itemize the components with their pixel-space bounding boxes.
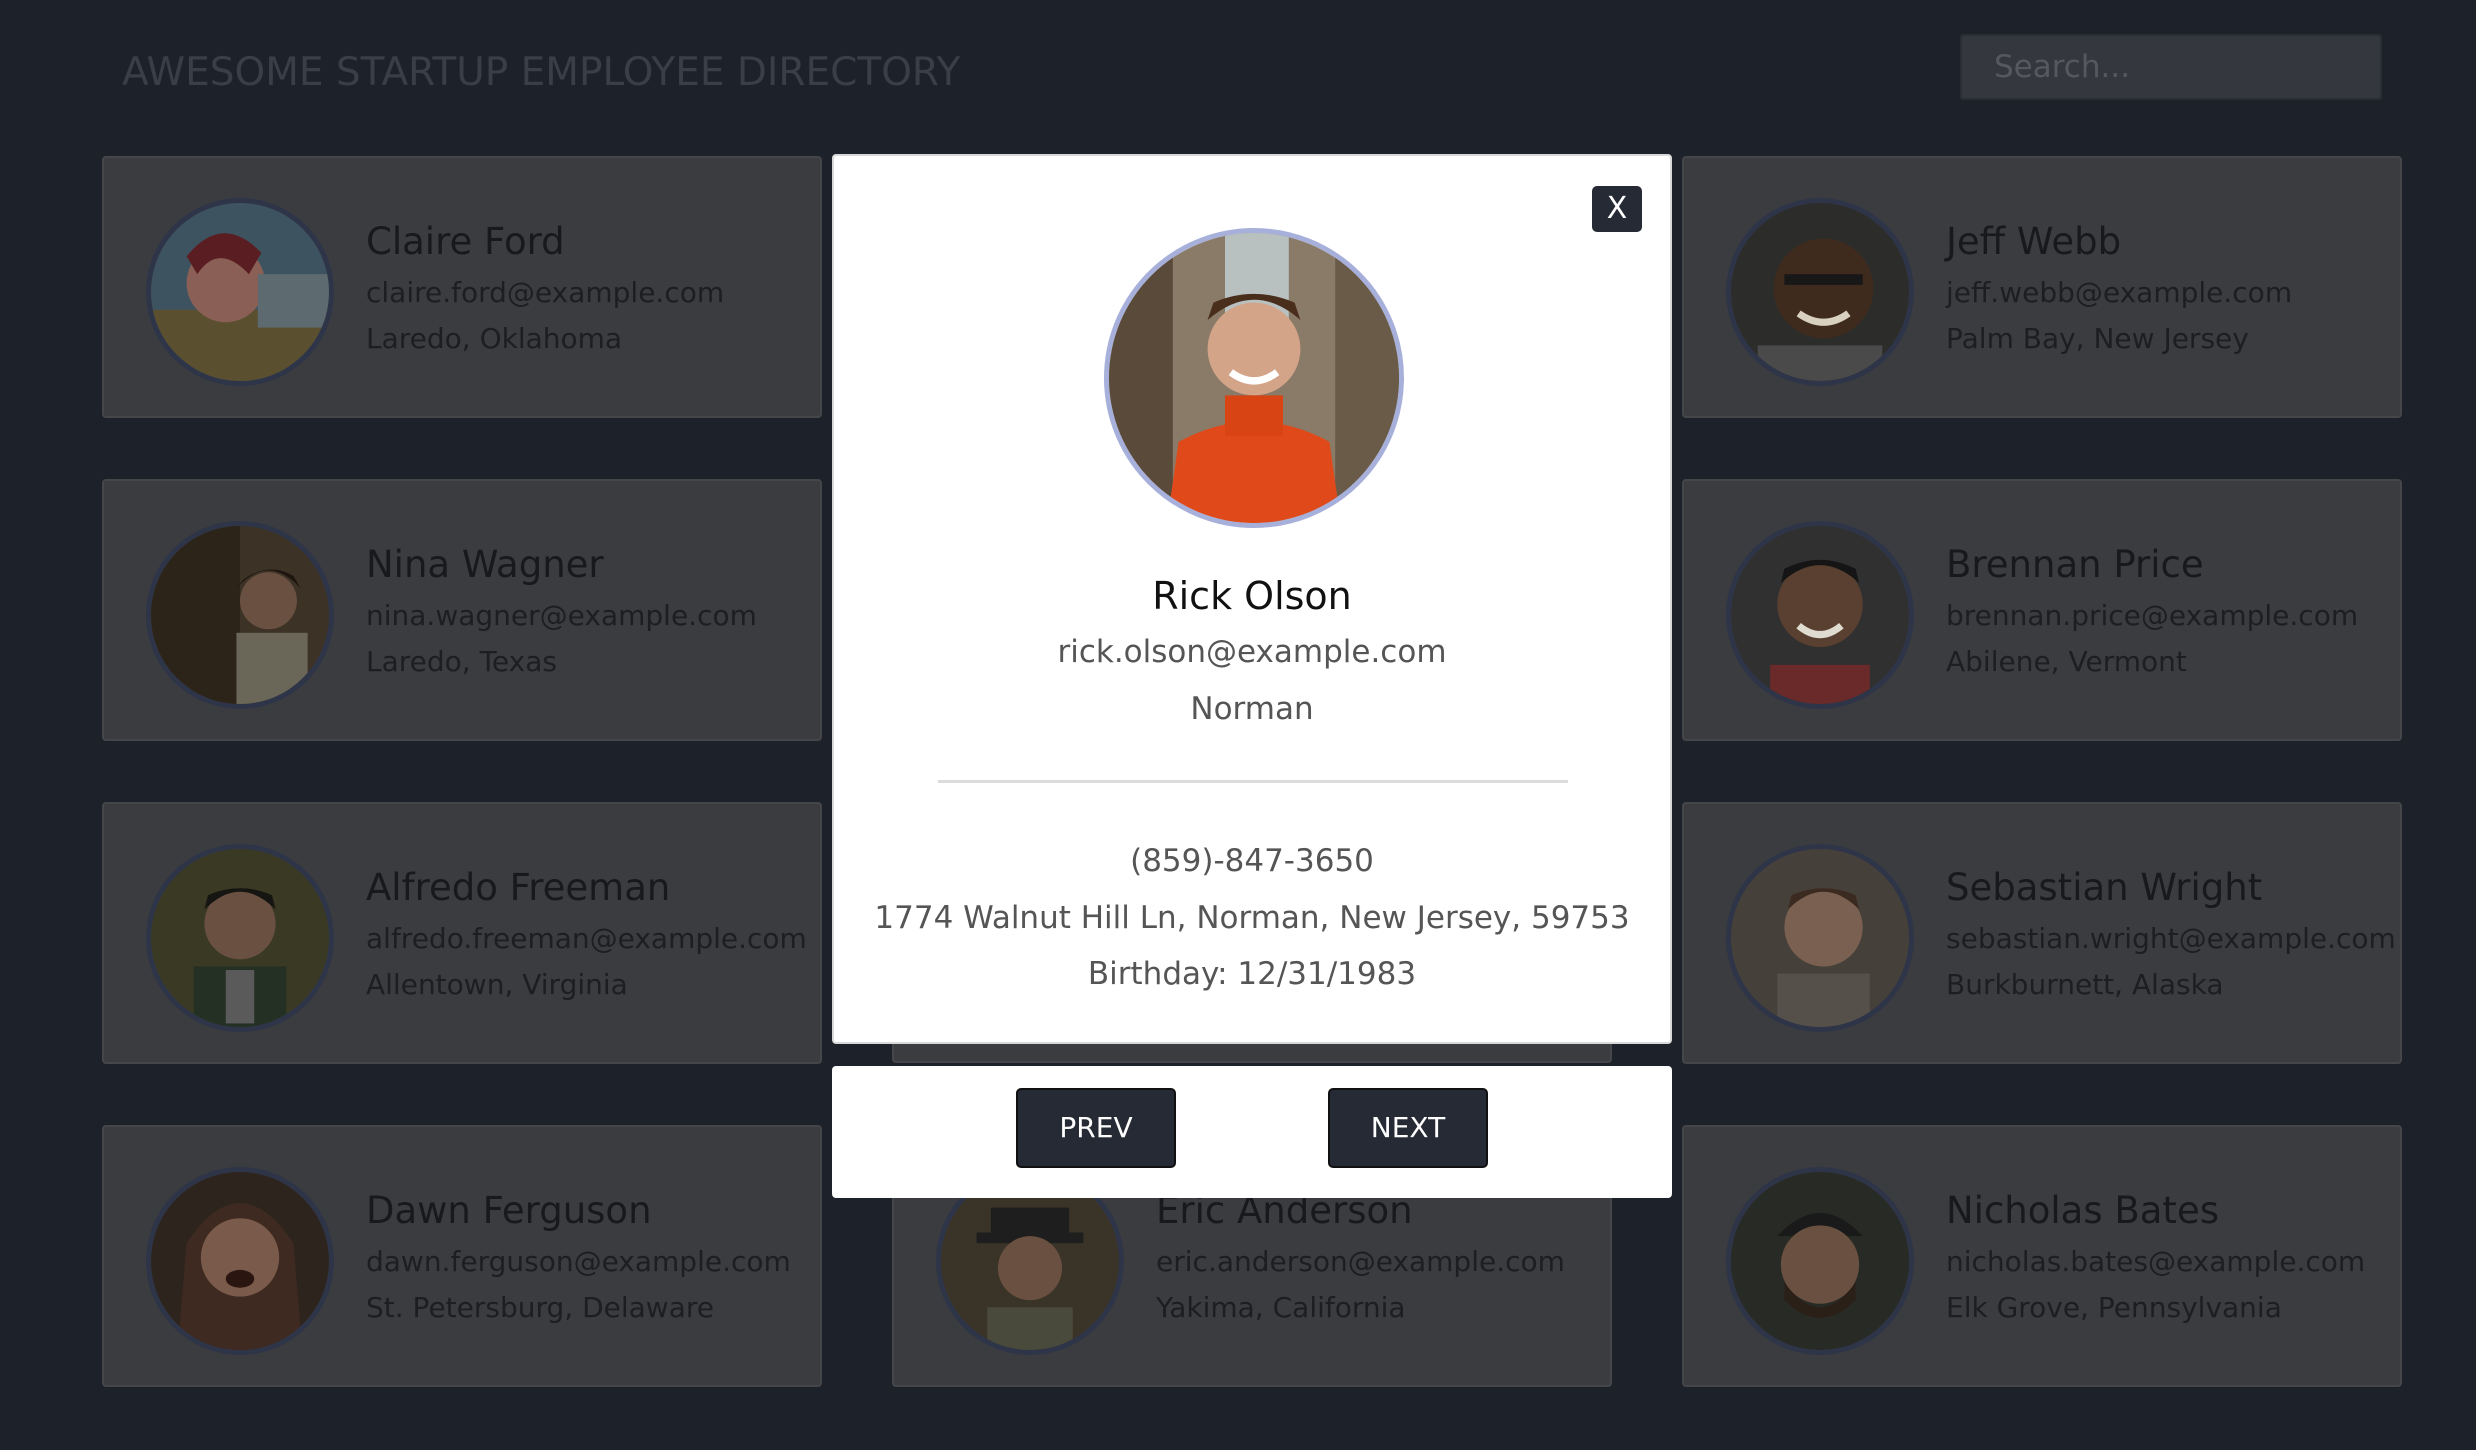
modal-employee-city: Norman <box>1190 691 1314 727</box>
employee-email: nina.wagner@example.com <box>366 599 757 632</box>
avatar <box>1726 521 1914 709</box>
employee-email: eric.anderson@example.com <box>1156 1245 1565 1278</box>
avatar <box>146 844 334 1032</box>
employee-email: claire.ford@example.com <box>366 276 725 309</box>
employee-email: brennan.price@example.com <box>1946 599 2359 632</box>
modal-divider <box>938 780 1568 783</box>
modal-employee-address: 1774 Walnut Hill Ln, Norman, New Jersey,… <box>874 900 1630 936</box>
employee-location: Palm Bay, New Jersey <box>1946 322 2249 355</box>
employee-name: Jeff Webb <box>1946 220 2122 263</box>
employee-name: Alfredo Freeman <box>366 866 671 909</box>
employee-location: Burkburnett, Alaska <box>1946 968 2224 1001</box>
next-button[interactable]: NEXT <box>1328 1088 1488 1168</box>
employee-card[interactable]: Nicholas Bates nicholas.bates@example.co… <box>1682 1125 2402 1387</box>
avatar <box>1726 1167 1914 1355</box>
directory-page: AWESOME STARTUP EMPLOYEE DIRECTORY Clair… <box>0 0 2476 1450</box>
avatar <box>146 198 334 386</box>
page-title: AWESOME STARTUP EMPLOYEE DIRECTORY <box>122 50 961 95</box>
employee-card[interactable]: Alfredo Freeman alfredo.freeman@example.… <box>102 802 822 1064</box>
employee-name: Brennan Price <box>1946 543 2204 586</box>
employee-name: Sebastian Wright <box>1946 866 2263 909</box>
modal-avatar <box>1104 228 1404 528</box>
employee-card[interactable]: Jeff Webb jeff.webb@example.com Palm Bay… <box>1682 156 2402 418</box>
employee-card[interactable]: Nina Wagner nina.wagner@example.com Lare… <box>102 479 822 741</box>
employee-card[interactable]: Brennan Price brennan.price@example.com … <box>1682 479 2402 741</box>
employee-location: Abilene, Vermont <box>1946 645 2187 678</box>
avatar <box>146 521 334 709</box>
employee-modal: X Rick Olson rick.olson@example.com Norm… <box>832 154 1672 1044</box>
employee-card[interactable]: Dawn Ferguson dawn.ferguson@example.com … <box>102 1125 822 1387</box>
employee-location: Laredo, Texas <box>366 645 557 678</box>
modal-employee-birthday: Birthday: 12/31/1983 <box>1087 956 1417 992</box>
employee-email: sebastian.wright@example.com <box>1946 922 2396 955</box>
employee-name: Dawn Ferguson <box>366 1189 652 1232</box>
avatar <box>1726 844 1914 1032</box>
employee-name: Nina Wagner <box>366 543 604 586</box>
search-input[interactable] <box>1960 34 2382 100</box>
employee-location: Elk Grove, Pennsylvania <box>1946 1291 2282 1324</box>
modal-employee-name: Rick Olson <box>1152 574 1352 618</box>
modal-employee-phone: (859)-847-3650 <box>1130 843 1374 879</box>
employee-email: dawn.ferguson@example.com <box>366 1245 791 1278</box>
prev-button[interactable]: PREV <box>1016 1088 1176 1168</box>
employee-location: Allentown, Virginia <box>366 968 628 1001</box>
close-button[interactable]: X <box>1592 186 1642 232</box>
employee-card[interactable]: Claire Ford claire.ford@example.com Lare… <box>102 156 822 418</box>
avatar <box>146 1167 334 1355</box>
employee-card[interactable]: Sebastian Wright sebastian.wright@exampl… <box>1682 802 2402 1064</box>
modal-employee-email: rick.olson@example.com <box>1057 634 1447 670</box>
employee-location: Laredo, Oklahoma <box>366 322 623 355</box>
employee-name: Nicholas Bates <box>1946 1189 2219 1232</box>
employee-email: alfredo.freeman@example.com <box>366 922 807 955</box>
avatar <box>1726 198 1914 386</box>
employee-location: Yakima, California <box>1156 1291 1406 1324</box>
modal-nav-bar: PREV NEXT <box>832 1066 1672 1198</box>
employee-name: Claire Ford <box>366 220 565 263</box>
employee-location: St. Petersburg, Delaware <box>366 1291 714 1324</box>
employee-email: nicholas.bates@example.com <box>1946 1245 2366 1278</box>
employee-email: jeff.webb@example.com <box>1946 276 2293 309</box>
